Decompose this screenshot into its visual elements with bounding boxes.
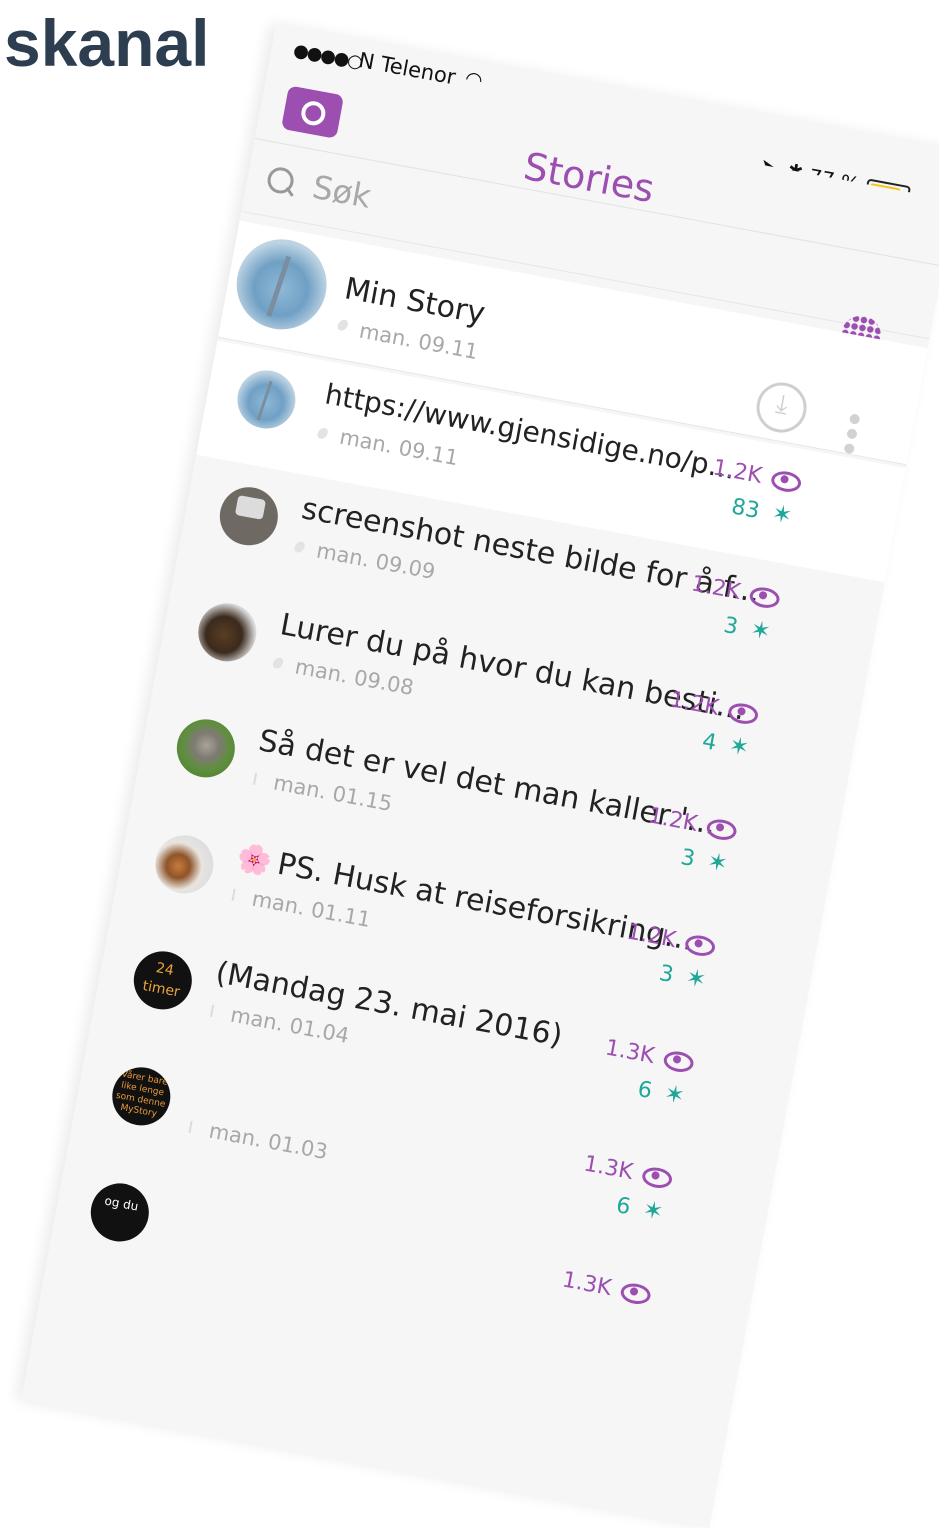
- avatar-text: Vårer bare like lenge som denne MyStory: [115, 1069, 169, 1120]
- screenshot-count: 83 ✶: [729, 491, 797, 530]
- flower-emoji: 🌸: [234, 840, 275, 880]
- story-avatar[interactable]: [150, 830, 219, 899]
- brand-text: skanal: [4, 6, 210, 80]
- divider-mark: [210, 1004, 215, 1017]
- eye-icon: [748, 585, 782, 611]
- screenshot-count: 3 ✶: [679, 842, 733, 879]
- screenshot-icon: ✶: [640, 1194, 666, 1227]
- screenshot-count: 3 ✶: [657, 958, 711, 995]
- story-avatar[interactable]: [172, 714, 240, 783]
- story-avatar[interactable]: [193, 598, 262, 667]
- screenshot-count: 6 ✶: [636, 1074, 690, 1111]
- camera-button[interactable]: [281, 85, 345, 139]
- chat-bubble-icon: [315, 425, 330, 441]
- screenshot-icon: ✶: [662, 1078, 688, 1111]
- chat-bubble-icon: [270, 655, 286, 671]
- camera-icon: [234, 495, 267, 520]
- screenshot-count: 4 ✶: [700, 726, 754, 763]
- snap-thumbnail[interactable]: [232, 365, 301, 434]
- signal-strength: ●●●●○: [291, 39, 363, 73]
- eye-icon: [640, 1165, 674, 1191]
- screenshot-icon: ✶: [705, 846, 731, 879]
- avatar-text: 24 timer: [141, 960, 182, 1001]
- eye-icon: [662, 1049, 696, 1075]
- camera-icon: [299, 99, 328, 128]
- story-avatar[interactable]: Vårer bare like lenge som denne MyStory: [107, 1062, 176, 1131]
- eye-icon: [726, 701, 760, 727]
- eye-icon: [705, 817, 739, 843]
- divider-mark: [188, 1120, 193, 1133]
- eye-icon: [683, 933, 717, 959]
- divider-mark: [253, 772, 258, 785]
- story-avatar[interactable]: og du: [86, 1178, 154, 1247]
- screenshot-icon: ✶: [683, 962, 709, 995]
- screenshot-icon: ✶: [769, 498, 795, 531]
- eye-icon: [769, 469, 803, 495]
- my-story-avatar[interactable]: [229, 231, 335, 337]
- chat-bubble-icon: [335, 317, 351, 333]
- divider-mark: [231, 888, 236, 901]
- search-placeholder: Søk: [309, 167, 374, 216]
- story-avatar[interactable]: [215, 482, 283, 551]
- story-date: man. 01.03: [207, 1118, 330, 1165]
- eye-icon: [619, 1281, 653, 1307]
- search-icon: [265, 165, 296, 196]
- phone-screen: ●●●●○ N Telenor ◠ 00.02 ➤ ✱ 77 % Stories…: [20, 24, 939, 1528]
- carrier-name: N Telenor: [356, 47, 458, 90]
- avatar-text: og du: [103, 1193, 140, 1214]
- screenshot-count: 3 ✶: [722, 610, 776, 647]
- screenshot-icon: ✶: [726, 730, 752, 763]
- screenshot-icon: ✶: [748, 614, 774, 647]
- story-avatar[interactable]: 24 timer: [129, 946, 197, 1015]
- wifi-icon: ◠: [463, 65, 485, 93]
- chat-bubble-icon: [292, 539, 307, 555]
- screenshot-count: 6 ✶: [614, 1190, 668, 1227]
